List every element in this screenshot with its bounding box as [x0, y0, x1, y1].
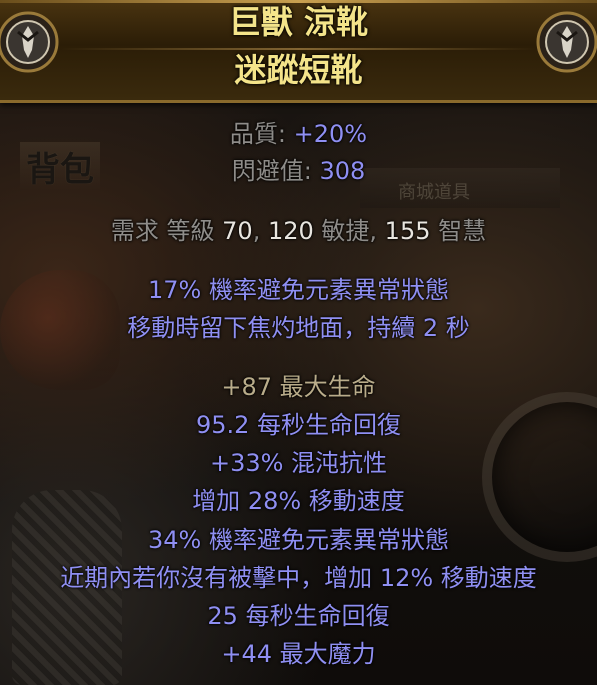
required-dexterity: 120 — [267, 217, 314, 245]
requirements-separator: , — [252, 217, 268, 245]
explicit-mod: 95.2 每秒生命回復 — [195, 411, 402, 439]
item-base-type: 迷蹤短靴 — [234, 51, 363, 89]
quality-value: +20% — [293, 120, 368, 148]
required-level: 70 — [222, 217, 253, 245]
game-screen: 商城道具 背包 巨獸 涼靴 迷蹤短靴 品質: +20% 閃避值: 308 需求 … — [0, 0, 597, 685]
explicit-mod: 34% 機率避免元素異常狀態 — [148, 526, 449, 554]
explicit-mod: 25 每秒生命回復 — [207, 602, 390, 630]
implicit-mod: 17% 機率避免元素異常狀態 — [148, 276, 449, 304]
item-tooltip-header: 巨獸 涼靴 迷蹤短靴 — [0, 0, 597, 103]
evasion-property: 閃避值: 308 — [0, 154, 597, 188]
explicit-mod: 增加 28% 移動速度 — [192, 487, 405, 515]
evasion-label: 閃避值: — [231, 157, 320, 185]
requirements-line: 需求 等級 70, 120 敏捷, 155 智慧 — [0, 214, 597, 248]
requirements-prefix: 需求 等級 — [110, 217, 223, 245]
explicit-mod: 近期內若你沒有被擊中，增加 12% 移動速度 — [60, 564, 537, 592]
quality-property: 品質: +20% — [0, 117, 597, 151]
explicit-mod: +87 最大生命 — [221, 373, 376, 401]
implicit-mod: 移動時留下焦灼地面，持續 2 秒 — [127, 314, 470, 342]
explicit-mod: +33% 混沌抗性 — [209, 449, 388, 477]
quality-label: 品質: — [229, 120, 294, 148]
dexterity-label: 敏捷 — [313, 217, 370, 245]
requirements-separator: , — [369, 217, 385, 245]
evasion-value: 308 — [319, 157, 366, 185]
explicit-mod: +44 最大魔力 — [221, 640, 376, 668]
item-name: 巨獸 涼靴 — [228, 3, 369, 41]
intelligence-label: 智慧 — [430, 217, 487, 245]
required-intelligence: 155 — [384, 217, 431, 245]
